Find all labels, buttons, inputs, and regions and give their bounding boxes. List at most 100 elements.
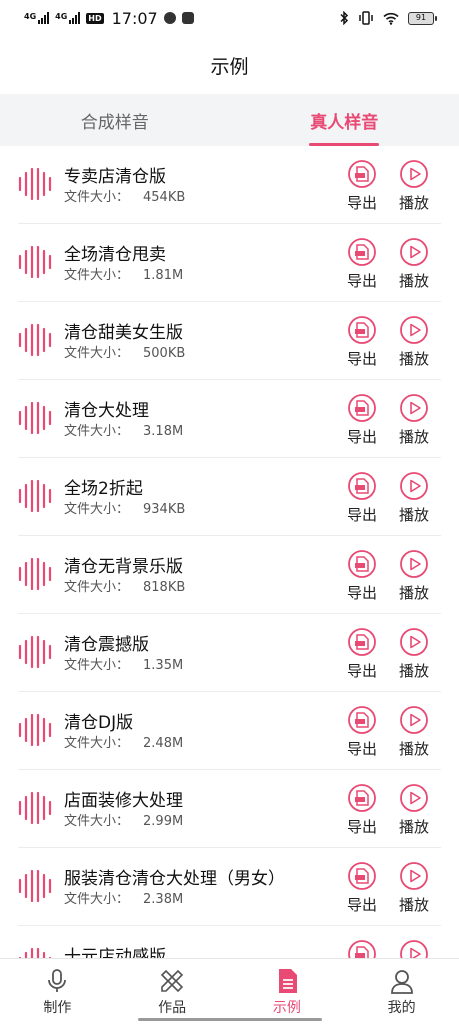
export-button[interactable]: 导出 [342,627,382,681]
export-button[interactable]: 导出 [342,159,382,213]
play-icon [400,472,428,500]
list-item[interactable]: 清仓无背景乐版 文件大小： 818KB 导出 播放 [18,536,441,614]
list-item[interactable]: 全场清仓甩卖 文件大小： 1.81M 导出 播放 [18,224,441,302]
item-title: 清仓震撼版 [64,635,149,655]
play-button[interactable]: 播放 [394,471,434,525]
play-label: 播放 [398,350,429,368]
list-item[interactable]: 全场2折起 文件大小： 934KB 导出 播放 [18,458,441,536]
header: 示例 [0,36,459,94]
tab-human-sample[interactable]: 真人样音 [230,94,459,146]
size-label: 文件大小： [64,736,130,751]
bottom-nav: 制作 作品 示例 我的 [0,958,459,1024]
play-button[interactable]: 播放 [394,627,434,681]
tab-synthetic-sample[interactable]: 合成样音 [0,94,230,146]
play-button[interactable]: 播放 [394,315,434,369]
size-value: 1.35M [143,658,184,673]
waveform-icon [18,480,52,512]
list-item[interactable]: 服装清仓清仓大处理（男女） 文件大小： 2.38M 导出 播放 [18,848,441,926]
export-icon [348,628,376,656]
export-icon [348,706,376,734]
nav-label: 示例 [272,1000,301,1016]
list-item[interactable]: 清仓甜美女生版 文件大小： 500KB 导出 播放 [18,302,441,380]
item-size: 文件大小： 454KB [64,186,185,205]
size-value: 3.18M [143,424,184,439]
item-size: 文件大小： 2.38M [64,888,183,907]
play-button[interactable]: 播放 [394,159,434,213]
play-label: 播放 [398,818,429,836]
item-size: 文件大小： 2.99M [64,810,183,829]
play-label: 播放 [398,194,429,212]
export-label: 导出 [346,506,377,524]
export-button[interactable]: 导出 [342,861,382,915]
list-item[interactable]: 清仓DJ版文件大小： 2.48M 导出 播放 [18,692,441,770]
play-icon [400,160,428,188]
signal-icon: 4G [55,12,81,24]
size-value: 2.48M [143,736,184,751]
play-button[interactable]: 播放 [394,237,434,291]
waveform-icon [18,870,52,902]
export-button[interactable]: 导出 [342,939,382,958]
export-button[interactable]: 导出 [342,393,382,447]
item-title: 清仓DJ版 [64,713,134,733]
size-label: 文件大小： [64,346,130,361]
play-button[interactable]: 播放 [394,393,434,447]
sample-list: 专卖店清仓版 文件大小： 454KB 导出 播放 全场清仓甩卖 文件大小： 1.81M 导出 播放… [0,146,459,958]
export-label: 导出 [346,584,377,602]
size-value: 1.81M [143,268,184,283]
waveform-icon [18,402,52,434]
item-size: 文件大小： 2.48M [64,732,183,751]
waveform-icon [18,948,52,958]
play-button[interactable]: 播放 [394,861,434,915]
export-button[interactable]: 导出 [342,471,382,525]
play-button[interactable]: 播放 [394,549,434,603]
size-label: 文件大小： [64,268,130,283]
list-item[interactable]: 专卖店清仓版 文件大小： 454KB 导出 播放 [18,146,441,224]
list-item[interactable]: 清仓震撼版 文件大小： 1.35M 导出 播放 [18,614,441,692]
nav-item-mine[interactable]: 我的 [344,959,459,1024]
status-bar-right: 91 [339,11,437,25]
waveform-icon [18,324,52,356]
play-icon [400,862,428,890]
screen: 4G 4G HD 17:07 91 示例 合成样音 真人样音 专卖店清仓版 文件… [0,0,459,1024]
battery-icon: 91 [408,11,437,25]
nav-item-works[interactable]: 作品 [115,959,230,1024]
list-item[interactable]: 店面装修大处理 文件大小： 2.99M 导出 播放 [18,770,441,848]
play-icon [400,784,428,812]
export-label: 导出 [346,818,377,836]
play-label: 播放 [398,662,429,680]
item-title: 全场2折起 [64,479,143,499]
play-icon [400,628,428,656]
signal-label: 4G [24,12,37,21]
page-title: 示例 [210,55,249,78]
list-item[interactable]: 清仓大处理 文件大小： 3.18M 导出 播放 [18,380,441,458]
item-title: 清仓无背景乐版 [64,557,183,577]
status-time: 17:07 [111,8,158,28]
play-icon [400,940,428,958]
play-button[interactable]: 播放 [394,783,434,837]
item-title: 十元店动感版 [64,947,166,958]
nav-item-make[interactable]: 制作 [0,959,115,1024]
size-value: 2.38M [143,892,184,907]
play-button[interactable]: 播放 [394,705,434,759]
export-button[interactable]: 导出 [342,315,382,369]
nav-item-samples[interactable]: 示例 [230,959,345,1024]
export-button[interactable]: 导出 [342,237,382,291]
vibrate-icon [359,11,373,25]
size-label: 文件大小： [64,424,130,439]
export-button[interactable]: 导出 [342,705,382,759]
list-item[interactable]: 十元店动感版 导出播放 [18,926,441,958]
play-icon [400,550,428,578]
size-label: 文件大小： [64,580,130,595]
tab-bar: 合成样音 真人样音 [0,94,459,146]
message-icon [163,12,176,24]
user-icon [390,970,413,994]
mail-icon [181,12,194,24]
export-button[interactable]: 导出 [342,783,382,837]
status-bar: 4G 4G HD 17:07 91 [0,0,459,36]
item-title: 服装清仓清仓大处理（男女） [64,869,285,889]
home-indicator [138,1018,322,1021]
export-button[interactable]: 导出 [342,549,382,603]
item-size: 文件大小： 3.18M [64,420,183,439]
nav-label: 我的 [387,1000,416,1016]
play-button[interactable]: 播放 [394,939,434,958]
